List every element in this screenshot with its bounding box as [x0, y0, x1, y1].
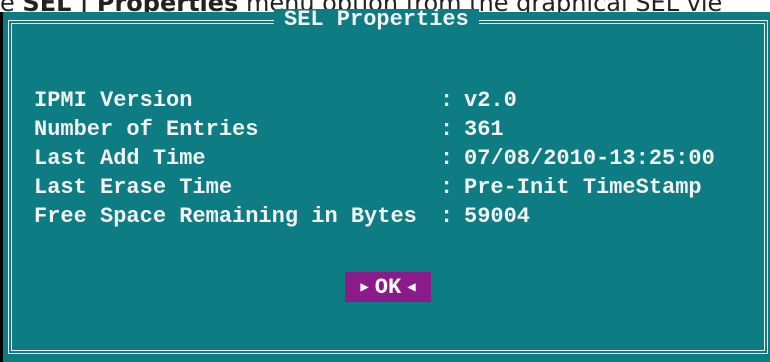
property-value: 07/08/2010-13:25:00: [464, 146, 715, 171]
ok-button[interactable]: ▶ OK ◀: [345, 272, 431, 302]
properties-list: IPMI Version : v2.0 Number of Entries : …: [34, 86, 754, 231]
property-separator: :: [440, 88, 454, 113]
property-label: IPMI Version: [34, 88, 193, 113]
property-value: v2.0: [464, 88, 517, 113]
right-triangle-icon: ▶: [360, 279, 369, 296]
dialog-title: SEL Properties: [284, 7, 469, 32]
left-triangle-icon: ◀: [407, 279, 416, 296]
property-row-ipmi-version: IPMI Version : v2.0: [34, 86, 754, 115]
property-row-number-of-entries: Number of Entries : 361: [34, 115, 754, 144]
property-value: 59004: [464, 204, 531, 229]
property-row-last-add-time: Last Add Time : 07/08/2010-13:25:00: [34, 144, 754, 173]
property-row-free-space: Free Space Remaining in Bytes : 59004: [34, 202, 754, 231]
property-label: Number of Entries: [34, 117, 259, 142]
property-label: Last Add Time: [34, 146, 206, 171]
property-separator: :: [440, 204, 454, 229]
property-separator: :: [440, 175, 454, 200]
screen-left-edge: [0, 12, 3, 362]
property-label: Last Erase Time: [34, 175, 233, 200]
property-value: Pre-Init TimeStamp: [464, 175, 702, 200]
dialog-title-wrap: SEL Properties: [274, 9, 479, 31]
property-row-last-erase-time: Last Erase Time : Pre-Init TimeStamp: [34, 173, 754, 202]
property-label: Free Space Remaining in Bytes: [34, 204, 417, 229]
property-separator: :: [440, 146, 454, 171]
property-value: 361: [464, 117, 504, 142]
ok-button-label: OK: [374, 274, 402, 300]
property-separator: :: [440, 117, 454, 142]
